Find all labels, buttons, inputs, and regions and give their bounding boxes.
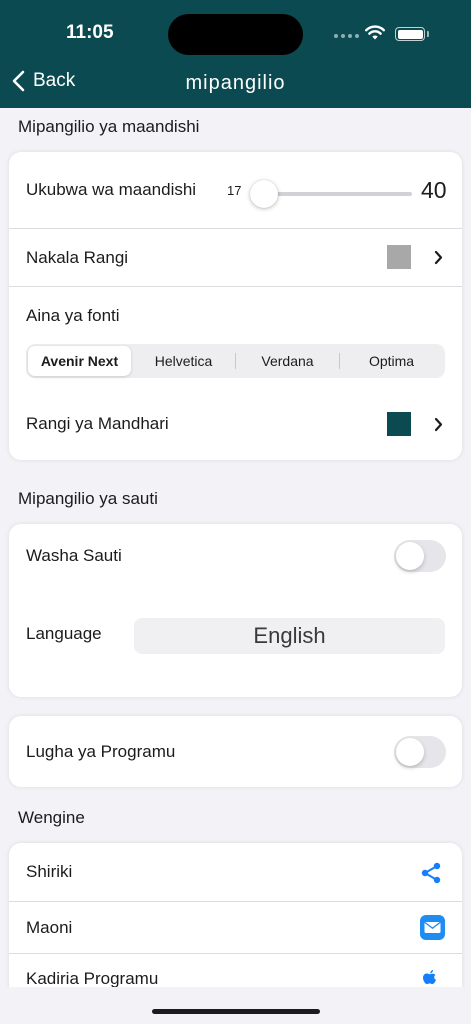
cellular-signal-icon <box>334 34 359 38</box>
toggle-knob <box>396 738 424 766</box>
app-language-toggle-switch[interactable] <box>394 736 446 768</box>
share-row[interactable]: Shiriki <box>9 843 462 901</box>
font-size-label: Ukubwa wa maandishi <box>26 180 197 199</box>
chevron-right-icon <box>434 250 443 265</box>
status-time: 11:05 <box>66 22 114 43</box>
app-language-label: Lugha ya Programu <box>26 741 176 761</box>
font-option-helvetica[interactable]: Helvetica <box>132 346 235 376</box>
battery-icon <box>395 27 425 41</box>
font-size-slider[interactable] <box>256 192 412 196</box>
text-color-label: Nakala Rangi <box>26 247 129 267</box>
sound-toggle-switch[interactable] <box>394 540 446 572</box>
section-title-other: Wengine <box>18 808 85 827</box>
font-size-row: Ukubwa wa maandishi 17 40 <box>9 152 462 228</box>
theme-color-row[interactable]: Rangi ya Mandhari <box>9 396 462 452</box>
language-label: Language <box>26 624 102 643</box>
mail-icon <box>420 915 445 940</box>
font-size-slider-thumb[interactable] <box>250 180 278 208</box>
app-language-row: Lugha ya Programu <box>9 716 462 787</box>
feedback-label: Maoni <box>26 917 73 937</box>
sound-toggle-label: Washa Sauti <box>26 546 122 565</box>
language-row: Language English <box>9 614 462 654</box>
apple-icon <box>423 970 436 985</box>
font-size-min-label: 17 <box>227 182 242 198</box>
font-option-avenir-next[interactable]: Avenir Next <box>28 346 131 376</box>
theme-color-swatch <box>387 412 411 436</box>
text-settings-card: Ukubwa wa maandishi 17 40 Nakala Rangi A… <box>9 152 462 460</box>
font-option-verdana[interactable]: Verdana <box>236 346 339 376</box>
toggle-knob <box>396 542 424 570</box>
section-title-text-settings: Mipangilio ya maandishi <box>18 117 200 136</box>
navigation-header: 11:05 Back mipangilio <box>0 0 471 108</box>
font-type-segmented-control[interactable]: Avenir Next Helvetica Verdana Optima <box>26 344 445 378</box>
font-type-label-row: Aina ya fonti <box>9 298 462 334</box>
sound-toggle-row: Washa Sauti <box>9 524 462 588</box>
sound-settings-card: Washa Sauti Language English <box>9 524 462 697</box>
font-option-optima[interactable]: Optima <box>340 346 443 376</box>
battery-tip <box>427 31 429 37</box>
home-indicator <box>152 1009 320 1014</box>
share-label: Shiriki <box>26 862 73 881</box>
font-size-max-label: 40 <box>421 176 447 203</box>
chevron-right-icon <box>434 417 443 432</box>
page-title: mipangilio <box>185 72 286 94</box>
divider <box>9 286 462 287</box>
dynamic-island <box>168 14 303 55</box>
share-icon <box>421 862 441 884</box>
language-selector[interactable]: English <box>134 618 445 654</box>
section-title-sound-settings: Mipangilio ya sauti <box>18 489 158 508</box>
wifi-icon <box>365 25 385 40</box>
text-color-row[interactable]: Nakala Rangi <box>9 229 462 286</box>
theme-color-label: Rangi ya Mandhari <box>26 414 169 433</box>
rate-app-label: Kadiria Programu <box>26 969 159 988</box>
feedback-row[interactable]: Maoni <box>9 902 462 953</box>
app-language-card: Lugha ya Programu <box>9 716 462 787</box>
text-color-swatch <box>387 245 411 269</box>
font-type-label: Aina ya fonti <box>26 306 120 325</box>
bottom-safe-area <box>0 987 471 1024</box>
